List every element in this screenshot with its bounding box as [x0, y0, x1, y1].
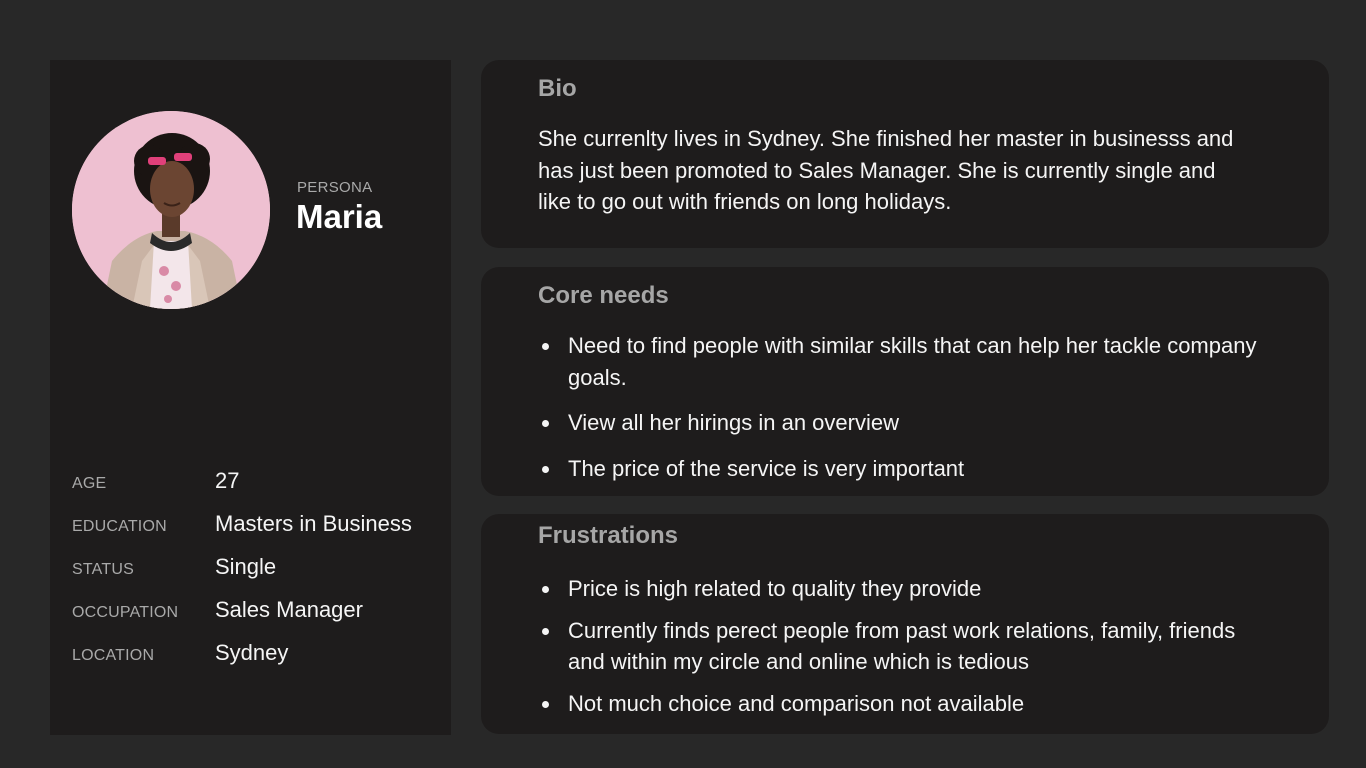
bio-text: She currenlty lives in Sydney. She finis…	[538, 126, 1234, 214]
core-needs-list: Need to find people with similar skills …	[542, 330, 1258, 498]
avatar	[72, 111, 270, 309]
detail-value: 27	[215, 468, 240, 493]
list-item: Not much choice and comparison not avail…	[542, 688, 1258, 720]
persona-details: AGE 27 EDUCATION Masters in Business STA…	[72, 468, 442, 683]
detail-label: LOCATION	[72, 647, 155, 664]
detail-value: Single	[215, 554, 277, 579]
detail-row-occupation: OCCUPATION Sales Manager	[72, 597, 442, 640]
list-item: The price of the service is very importa…	[542, 453, 1258, 485]
profile-panel: PERSONA Maria AGE 27 EDUCATION Masters i…	[50, 60, 451, 735]
frustrations-title: Frustrations	[538, 522, 679, 549]
list-item: Currently finds perect people from past …	[542, 615, 1258, 678]
detail-row-education: EDUCATION Masters in Business	[72, 511, 442, 554]
frustrations-card: Frustrations Price is high related to qu…	[481, 514, 1329, 734]
bio-title: Bio	[538, 75, 577, 102]
detail-value: Sales Manager	[215, 597, 363, 622]
detail-label: AGE	[72, 475, 107, 492]
list-item: Price is high related to quality they pr…	[542, 573, 1258, 605]
detail-label: OCCUPATION	[72, 604, 179, 621]
persona-label: PERSONA	[297, 179, 373, 196]
detail-row-age: AGE 27	[72, 468, 442, 511]
detail-label: STATUS	[72, 561, 134, 578]
list-item: Need to find people with similar skills …	[542, 330, 1258, 393]
frustrations-list: Price is high related to quality they pr…	[542, 573, 1258, 729]
core-needs-card: Core needs Need to find people with simi…	[481, 267, 1329, 496]
core-needs-title: Core needs	[538, 282, 669, 309]
bio-card: Bio She currenlty lives in Sydney. She f…	[481, 60, 1329, 248]
list-item: View all her hirings in an overview	[542, 407, 1258, 439]
detail-row-location: LOCATION Sydney	[72, 640, 442, 683]
persona-photo	[72, 111, 270, 309]
detail-value: Sydney	[215, 640, 289, 665]
detail-value: Masters in Business	[215, 511, 412, 536]
detail-label: EDUCATION	[72, 518, 167, 535]
detail-row-status: STATUS Single	[72, 554, 442, 597]
persona-name: Maria	[296, 198, 383, 235]
